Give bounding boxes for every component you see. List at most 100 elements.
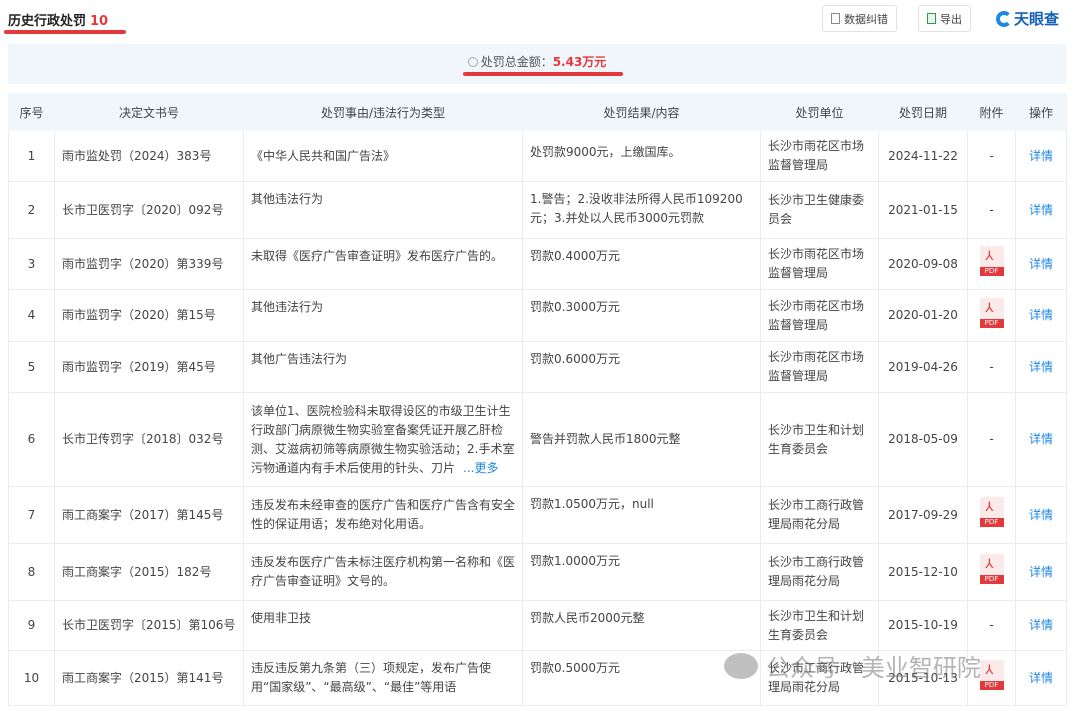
action-cell: 详情 [1015,130,1067,182]
penalty-authority: 长沙市雨花区市场监督管理局 [760,341,879,393]
table-row: 6 长市卫传罚字〔2018〕032号 该单位1、医院检验科未取得设区的市级卫生计生行… [8,392,1067,487]
details-link[interactable]: 详情 [1029,308,1053,322]
details-link[interactable]: 详情 [1029,618,1053,632]
decision-number: 雨工商案字（2015）182号 [54,543,244,601]
details-link[interactable]: 详情 [1029,360,1053,374]
attachment-empty: - [967,341,1016,393]
penalty-authority: 长沙市工商行政管理局雨花分局 [760,650,879,706]
table-row: 4 雨市监罚字（2020）第15号 其他违法行为 罚款0.3000万元 长沙市雨花区市场… [8,289,1067,342]
penalty-reason: 未取得《医疗广告审查证明》发布医疗广告的。 [243,238,523,290]
penalty-date: 2020-09-08 [878,238,968,290]
column-header: 序号 [8,93,55,131]
table-row: 2 长市卫医罚字〔2020〕092号 其他违法行为 1.警告；2.没收非法所得人民币1… [8,181,1067,239]
penalty-authority: 长沙市雨花区市场监督管理局 [760,130,879,182]
table-header: 序号 决定文书号 处罚事由/违法行为类型 处罚结果/内容 处罚单位 处罚日期 附件 操作 [8,93,1067,131]
column-header: 处罚事由/违法行为类型 [243,93,523,131]
penalty-result: 罚款0.6000万元 [522,341,761,393]
penalty-result: 警告并罚款人民币1800元整 [522,392,761,487]
penalty-date: 2021-01-15 [878,181,968,239]
total-amount: 5.43万元 [552,55,607,69]
penalty-reason: 使用非卫技 [243,600,523,651]
details-link[interactable]: 详情 [1029,149,1053,163]
details-link[interactable]: 详情 [1029,203,1053,217]
decision-number: 雨市监罚字（2019）第45号 [54,341,244,393]
details-link[interactable]: 详情 [1029,565,1053,579]
penalty-result: 1.警告；2.没收非法所得人民币109200元；3.并处以人民币3000元罚款 [522,181,761,239]
details-link[interactable]: 详情 [1029,508,1053,522]
more-link[interactable]: ...更多 [463,461,498,475]
decision-number: 雨市监罚字（2020）第15号 [54,289,244,342]
column-header: 处罚单位 [760,93,879,131]
penalty-result: 罚款人民币2000元整 [522,600,761,651]
row-number: 2 [8,181,55,239]
pdf-icon[interactable]: PDF [979,660,1004,690]
title-underline [4,30,126,34]
attachment-empty: - [967,392,1016,487]
penalty-table: 序号 决定文书号 处罚事由/违法行为类型 处罚结果/内容 处罚单位 处罚日期 附件 操作 1雨… [8,93,1067,706]
action-cell: 详情 [1015,486,1067,544]
penalty-date: 2020-01-20 [878,289,968,342]
edit-icon [831,13,840,24]
penalty-authority: 长沙市卫生和计划生育委员会 [760,600,879,651]
penalty-reason: 其他违法行为 [243,289,523,342]
total-penalty-summary: 处罚总金额：5.43万元 [8,44,1066,84]
section-header: 历史行政处罚 10 数据纠错 导出 天眼查 [0,0,1080,40]
attachment: PDF [967,486,1016,544]
table-row: 1 雨市监处罚（2024）383号 《中华人民共和国广告法》 处罚款9000元，上缴国… [8,130,1067,182]
row-number: 5 [8,341,55,393]
penalty-date: 2015-12-10 [878,543,968,601]
data-correction-button[interactable]: 数据纠错 [822,5,897,32]
row-number: 6 [8,392,55,487]
pdf-icon[interactable]: PDF [979,297,1004,328]
penalty-reason: 违反发布医疗广告未标注医疗机构第一名称和《医疗广告审查证明》文号的。 [243,543,523,601]
pdf-icon[interactable]: PDF [979,497,1004,527]
row-number: 7 [8,486,55,544]
penalty-reason: 该单位1、医院检验科未取得设区的市级卫生计生行政部门病原微生物实验室备案凭证开展… [243,392,523,487]
penalty-authority: 长沙市雨花区市场监督管理局 [760,289,879,342]
info-icon [467,57,478,67]
action-cell: 详情 [1015,341,1067,393]
table-row: 3 雨市监罚字（2020）第339号 未取得《医疗广告审查证明》发布医疗广告的。 罚款… [8,238,1067,290]
row-number: 8 [8,543,55,601]
logo-icon [996,10,1012,27]
penalty-result: 罚款1.0000万元 [522,543,761,601]
attachment-empty: - [967,181,1016,239]
export-button[interactable]: 导出 [918,5,971,32]
column-header: 决定文书号 [54,93,244,131]
attachment-empty: - [967,130,1016,182]
column-header: 附件 [967,93,1016,131]
penalty-authority: 长沙市工商行政管理局雨花分局 [760,543,879,601]
penalty-date: 2019-04-26 [878,341,968,393]
pdf-icon[interactable]: PDF [979,246,1004,276]
row-number: 9 [8,600,55,651]
penalty-authority: 长沙市雨花区市场监督管理局 [760,238,879,290]
penalty-authority: 长沙市卫生和计划生育委员会 [760,392,879,487]
action-cell: 详情 [1015,238,1067,290]
penalty-reason: 其他违法行为 [243,181,523,239]
penalty-result: 罚款1.0500万元，null [522,486,761,544]
attachment: PDF [967,289,1016,342]
column-header: 处罚日期 [878,93,968,131]
action-cell: 详情 [1015,543,1067,601]
row-number: 4 [8,289,55,342]
row-number: 3 [8,238,55,290]
section-title: 历史行政处罚 10 [8,14,109,29]
pdf-icon[interactable]: PDF [979,554,1004,584]
amount-underline [463,72,623,76]
penalty-reason: 《中华人民共和国广告法》 [243,130,523,182]
details-link[interactable]: 详情 [1029,671,1053,685]
penalty-date: 2015-10-19 [878,600,968,651]
action-cell: 详情 [1015,181,1067,239]
table-row: 8 雨工商案字（2015）182号 违反发布医疗广告未标注医疗机构第一名称和《医疗广… [8,543,1067,601]
tianyancha-logo: 天眼查 [996,8,1059,29]
details-link[interactable]: 详情 [1029,257,1053,271]
decision-number: 雨市监罚字（2020）第339号 [54,238,244,290]
penalty-result: 罚款0.5000万元 [522,650,761,706]
table-row: 7 雨工商案字（2017）第145号 违反发布未经审查的医疗广告和医疗广告含有安全性… [8,486,1067,544]
penalty-date: 2015-10-13 [878,650,968,706]
table-row: 9 长市卫医罚字〔2015〕第106号 使用非卫技 罚款人民币2000元整 长沙市卫生和… [8,600,1067,651]
decision-number: 长市卫传罚字〔2018〕032号 [54,392,244,487]
details-link[interactable]: 详情 [1029,432,1053,446]
table-row: 10 雨工商案字（2015）第141号 违反违反第九条第（三）项规定，发布广告使用“… [8,650,1067,706]
action-cell: 详情 [1015,600,1067,651]
